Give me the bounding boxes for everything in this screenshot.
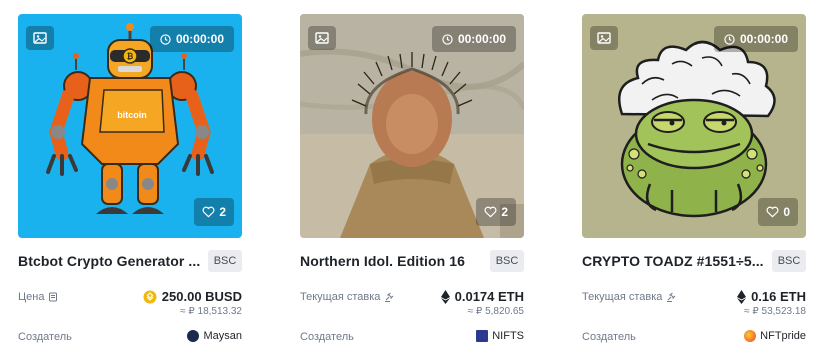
- like-count: 0: [783, 205, 790, 219]
- creator-name[interactable]: Maysan: [203, 330, 242, 342]
- price-text: 250.00 BUSD: [161, 289, 242, 304]
- nft-title[interactable]: Btcbot Crypto Generator ...: [18, 253, 204, 269]
- timer-text: 00:00:00: [457, 32, 506, 46]
- svg-text:₿: ₿: [127, 52, 134, 61]
- heart-icon: [766, 206, 779, 218]
- auction-timer: 00:00:00: [431, 26, 516, 52]
- eth-icon: [737, 289, 747, 304]
- creator-link[interactable]: NIFTS: [476, 330, 524, 342]
- price-text: 0.0174 ETH: [454, 289, 524, 304]
- fiat-price: ≈ ₽ 18,513.32: [180, 306, 242, 317]
- price-label: Текущая ставка: [300, 291, 394, 303]
- creator-avatar: [187, 330, 200, 342]
- creator-avatar: [744, 330, 757, 342]
- price-label: Цена: [18, 291, 58, 303]
- clock-icon: [442, 33, 453, 45]
- price-value: 0.16 ETH: [737, 289, 806, 304]
- price-label-text: Текущая ставка: [582, 291, 663, 303]
- auction-hammer-icon: [385, 292, 394, 302]
- price-label-text: Текущая ставка: [300, 291, 381, 303]
- heart-icon: [202, 206, 215, 218]
- nft-card[interactable]: 00:00:00 0 CRYPTO TOADZ #1551÷5... BSC Т…: [582, 14, 806, 343]
- creator-label: Создатель: [300, 331, 354, 343]
- creator-name[interactable]: NIFTS: [492, 330, 524, 342]
- image-icon: [33, 32, 47, 44]
- image-icon: [315, 32, 329, 44]
- chain-badge: BSC: [208, 250, 242, 272]
- fiat-price: ≈ ₽ 5,820.65: [467, 306, 524, 317]
- price-value: 0.0174 ETH: [440, 289, 524, 304]
- image-icon: [597, 32, 611, 44]
- creator-name[interactable]: NFTpride: [760, 330, 806, 342]
- timer-text: 00:00:00: [175, 32, 224, 46]
- nft-title[interactable]: CRYPTO TOADZ #1551÷5...: [582, 253, 768, 269]
- price-label: Текущая ставка: [582, 291, 676, 303]
- price-text: 0.16 ETH: [751, 289, 806, 304]
- nft-image[interactable]: ₿ bitcoin 00:00:00 2: [18, 14, 242, 238]
- chain-badge: BSC: [490, 250, 524, 272]
- timer-text: 00:00:00: [739, 32, 788, 46]
- creator-link[interactable]: NFTpride: [744, 330, 806, 342]
- like-button[interactable]: 2: [194, 198, 234, 226]
- like-count: 2: [219, 205, 226, 219]
- fixed-price-icon: [49, 292, 58, 302]
- eth-icon: [440, 289, 450, 304]
- clock-icon: [160, 33, 171, 45]
- nft-title[interactable]: Northern Idol. Edition 16: [300, 253, 486, 269]
- like-button[interactable]: 0: [758, 198, 798, 226]
- image-type-badge: [590, 26, 618, 50]
- auction-hammer-icon: [667, 292, 676, 302]
- like-button[interactable]: 2: [476, 198, 516, 226]
- auction-timer: 00:00:00: [713, 26, 798, 52]
- fiat-price: ≈ ₽ 53,523.18: [744, 306, 806, 317]
- nft-image[interactable]: 00:00:00 0: [582, 14, 806, 238]
- price-value: 250.00 BUSD: [143, 289, 242, 304]
- clock-icon: [724, 33, 735, 45]
- like-count: 2: [501, 205, 508, 219]
- busd-coin-icon: [143, 290, 157, 303]
- creator-avatar: [476, 330, 489, 342]
- image-type-badge: [26, 26, 54, 50]
- price-label-text: Цена: [18, 291, 45, 303]
- chest-label: bitcoin: [117, 110, 147, 120]
- heart-icon: [484, 206, 497, 218]
- creator-label: Создатель: [582, 331, 636, 343]
- auction-timer: 00:00:00: [149, 26, 234, 52]
- image-type-badge: [308, 26, 336, 50]
- nft-card[interactable]: ₿ bitcoin 00:00:00 2 Btcbot Crypto Gener…: [18, 14, 242, 343]
- nft-card[interactable]: 00:00:00 2 Northern Idol. Edition 16 BSC…: [300, 14, 524, 343]
- creator-label: Создатель: [18, 331, 72, 343]
- creator-link[interactable]: Maysan: [187, 330, 242, 342]
- chain-badge: BSC: [772, 250, 806, 272]
- nft-image[interactable]: 00:00:00 2: [300, 14, 524, 238]
